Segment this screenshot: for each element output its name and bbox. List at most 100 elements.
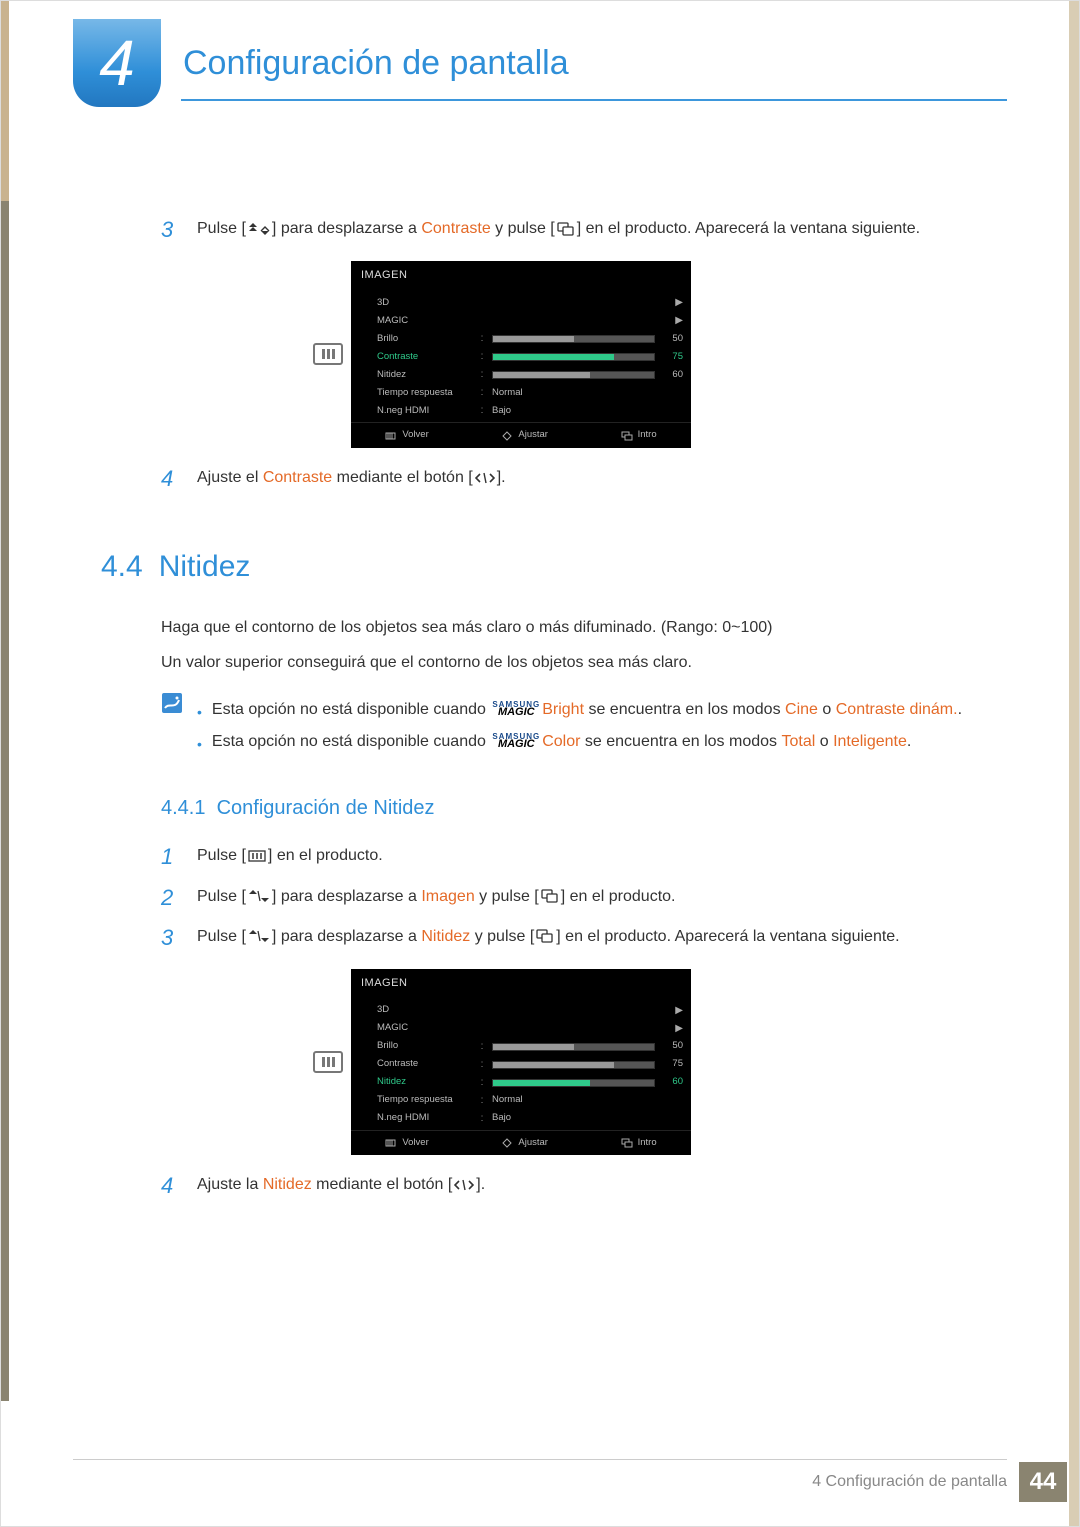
osd-title: IMAGEN <box>351 969 691 998</box>
separator: : <box>478 331 486 347</box>
text: o <box>818 701 836 718</box>
enter-icon <box>621 1138 633 1148</box>
enter-icon <box>536 929 554 943</box>
bullet-icon: • <box>197 734 202 756</box>
text: ] para desplazarse a <box>272 220 421 237</box>
osd-value: 75 <box>492 350 683 365</box>
text: ] para desplazarse a <box>272 928 421 945</box>
highlight-text: Contraste <box>421 220 490 237</box>
highlight-text: Contraste <box>263 469 332 486</box>
osd-value-number: 50 <box>661 1039 683 1054</box>
enter-icon <box>557 222 575 236</box>
separator: : <box>478 385 486 401</box>
osd-value-text: Bajo <box>492 404 683 419</box>
osd-row-label: N.neg HDMI <box>377 404 472 419</box>
highlight-text: Inteligente <box>833 733 907 750</box>
separator: : <box>478 1111 486 1127</box>
step-number: 4 <box>161 1169 183 1203</box>
osd-row: Tiempo respuesta:Normal <box>377 384 683 402</box>
osd-row: N.neg HDMI: Bajo <box>377 402 683 420</box>
osd-row: MAGIC▶ <box>377 312 683 330</box>
step-number: 4 <box>161 462 183 496</box>
decor-stripe-bot <box>1 201 9 1401</box>
text: ] en el producto. Aparecerá la ventana s… <box>577 220 920 237</box>
text: mediante el botón [ <box>312 1176 453 1193</box>
progress-bar-fill <box>493 1080 590 1086</box>
separator: : <box>478 403 486 419</box>
text: Volver <box>402 1136 428 1151</box>
step-text: Ajuste la Nitidez mediante el botón []. <box>197 1169 1007 1203</box>
osd-menu-nitidez: IMAGEN 3D▶MAGIC▶Brillo:50Contraste:75Nit… <box>351 969 691 1156</box>
osd-row: Nitidez:60 <box>377 366 683 384</box>
menu-icon <box>248 850 266 862</box>
osd-value-text: Bajo <box>492 1111 683 1126</box>
osd-row-label: Nitidez <box>377 368 472 383</box>
text: se encuentra en los modos <box>584 701 785 718</box>
osd-footer-enter: Intro <box>621 428 657 443</box>
page-footer: 4 Configuración de pantalla 44 <box>1 1462 1079 1502</box>
highlight-text: Imagen <box>421 888 474 905</box>
subsection-heading: 4.4.1 Configuración de Nitidez <box>161 793 1007 824</box>
page-number-badge: 44 <box>1019 1462 1067 1502</box>
step-text: Pulse [] en el producto. <box>197 840 1007 874</box>
osd-value-text: Normal <box>492 386 683 401</box>
text: mediante el botón [ <box>332 469 473 486</box>
osd-row-label: MAGIC <box>377 1021 472 1036</box>
text: ]. <box>497 469 506 486</box>
step-3: 3 Pulse [] para desplazarse a Nitidez y … <box>161 921 1007 955</box>
note-block: • Esta opción no está disponible cuando … <box>161 692 1007 761</box>
progress-bar <box>492 1061 655 1069</box>
progress-bar <box>492 353 655 361</box>
step-4-top: 4 Ajuste el Contraste mediante el botón … <box>161 462 1007 496</box>
step-number: 1 <box>161 840 183 874</box>
highlight-text: Color <box>542 733 580 750</box>
note-text: Esta opción no está disponible cuando SA… <box>212 698 962 724</box>
page-content: 3 Pulse [] para desplazarse a Contraste … <box>1 107 1079 1330</box>
section-title: Nitidez <box>159 544 251 591</box>
step-1: 1 Pulse [] en el producto. <box>161 840 1007 874</box>
text: Intro <box>638 428 657 443</box>
osd-footer-adjust: Ajustar <box>501 1136 548 1151</box>
section-number: 4.4 <box>101 544 143 591</box>
osd-body: 3D▶MAGIC▶Brillo:50Contraste:75Nitidez:60… <box>351 998 691 1130</box>
progress-bar-fill <box>493 1062 614 1068</box>
step-number: 3 <box>161 921 183 955</box>
separator: : <box>478 349 486 365</box>
osd-row-label: Nitidez <box>377 1075 472 1090</box>
chapter-header: 4 Configuración de pantalla <box>1 1 1079 107</box>
paragraph: Un valor superior conseguirá que el cont… <box>161 651 1007 676</box>
osd-menu-contraste: IMAGEN 3D▶MAGIC▶Brillo:50Contraste:75Nit… <box>351 261 691 448</box>
text: Ajustar <box>518 1136 548 1151</box>
progress-bar-fill <box>493 372 590 378</box>
highlight-text: Nitidez <box>421 928 470 945</box>
osd-body: 3D▶MAGIC▶Brillo:50Contraste:75Nitidez:60… <box>351 290 691 422</box>
text: Esta opción no está disponible cuando <box>212 701 490 718</box>
osd-footer-enter: Intro <box>621 1136 657 1151</box>
text: ] en el producto. <box>561 888 676 905</box>
osd-row-label: Contraste <box>377 1057 472 1072</box>
text: se encuentra en los modos <box>580 733 781 750</box>
text: ] para desplazarse a <box>272 888 421 905</box>
up-down-icon <box>248 929 270 943</box>
header-rule <box>181 99 1007 101</box>
samsung-magic-logo: SAMSUNGMAGIC <box>492 733 540 750</box>
separator: : <box>478 1093 486 1109</box>
highlight-text: Bright <box>542 701 584 718</box>
text: Intro <box>638 1136 657 1151</box>
note-icon <box>161 692 183 714</box>
osd-row-label: 3D <box>377 1003 472 1018</box>
osd-row: Contraste:75 <box>377 1056 683 1074</box>
back-icon <box>385 431 397 441</box>
chevron-right-icon: ▶ <box>675 295 683 311</box>
osd-row: Contraste:75 <box>377 348 683 366</box>
osd-row-label: Brillo <box>377 332 472 347</box>
osd-footer: Volver Ajustar Intro <box>351 422 691 448</box>
osd-value-number: 75 <box>661 350 683 365</box>
up-down-icon <box>248 889 270 903</box>
enter-icon <box>621 431 633 441</box>
osd-footer-back: Volver <box>385 428 428 443</box>
osd-value: 75 <box>492 1057 683 1072</box>
text: Ajuste la <box>197 1176 263 1193</box>
osd-row-label: N.neg HDMI <box>377 1111 472 1126</box>
step-2: 2 Pulse [] para desplazarse a Imagen y p… <box>161 881 1007 915</box>
